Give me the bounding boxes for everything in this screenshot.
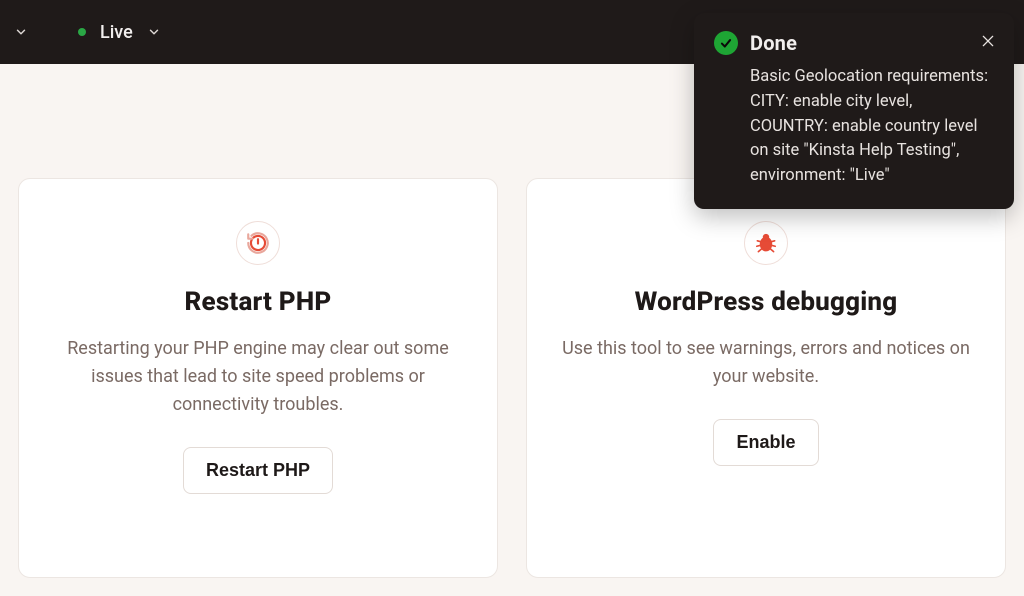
restart-php-button[interactable]: Restart PHP [183,447,333,494]
close-icon [980,33,996,49]
environment-selector[interactable]: Live [78,22,161,43]
environment-label: Live [100,22,133,43]
toast-title: Done [750,31,797,55]
card-description: Restarting your PHP engine may clear out… [53,335,463,419]
card-title: WordPress debugging [635,287,898,317]
card-title: Restart PHP [185,287,332,317]
status-dot-icon [78,28,86,36]
card-restart-php: Restart PHP Restarting your PHP engine m… [18,178,498,578]
toast-notification: Done Basic Geolocation requirements: CIT… [694,13,1014,209]
bug-icon [744,221,788,265]
chevron-down-icon [147,25,161,39]
power-restart-icon [236,221,280,265]
chevron-down-icon[interactable] [14,25,28,39]
check-circle-icon [714,31,738,55]
card-description: Use this tool to see warnings, errors an… [561,335,971,391]
toast-close-button[interactable] [978,31,998,51]
card-wp-debug: WordPress debugging Use this tool to see… [526,178,1006,578]
toast-body: Basic Geolocation requirements: CITY: en… [750,65,994,189]
topbar-left: Live [14,22,161,43]
enable-debug-button[interactable]: Enable [713,419,818,466]
toast-header: Done [714,31,994,55]
